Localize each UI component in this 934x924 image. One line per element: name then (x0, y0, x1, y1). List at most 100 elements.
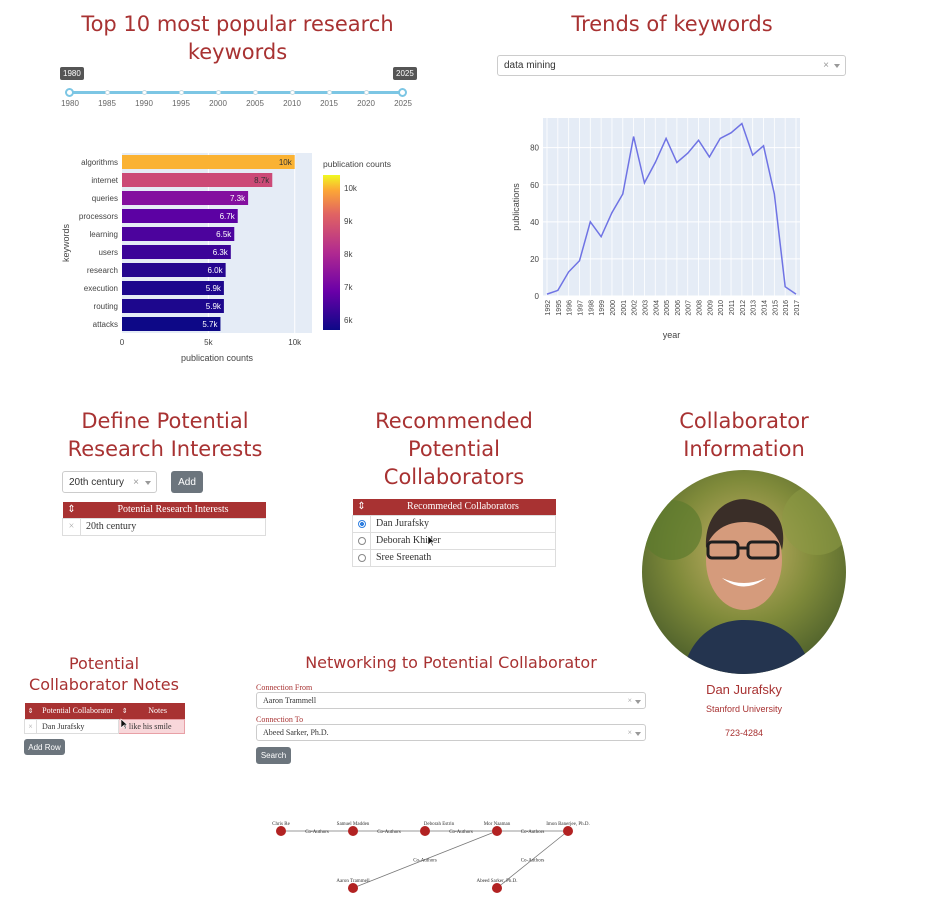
interests-table: ⇕ Potential Research Interests × 20th ce… (62, 502, 266, 536)
recommended-title: Recommended Potential Collaborators (345, 407, 563, 491)
category-tick-label: execution (84, 284, 118, 293)
clear-icon[interactable]: × (627, 728, 632, 737)
edge-label: Co-Authors (521, 859, 545, 864)
collaborator-photo (642, 470, 846, 674)
table-row[interactable]: Sree Sreenath (352, 548, 556, 567)
recommended-table-header[interactable]: Recommeded Collaborators (370, 499, 556, 515)
delete-row-icon[interactable]: × (62, 517, 81, 536)
collaborator-cell[interactable]: Sree Sreenath (370, 548, 556, 567)
radio-button[interactable] (357, 536, 366, 545)
collaborator-cell[interactable]: Dan Jurafsky (370, 514, 556, 533)
network-node[interactable] (563, 826, 573, 836)
bar[interactable] (122, 173, 273, 187)
edge-label: Co-Authors (449, 830, 473, 835)
network-node[interactable] (276, 826, 286, 836)
table-row[interactable]: Deborah Khider (352, 531, 556, 550)
recommended-title-line2: Potential (408, 437, 500, 461)
connection-to-dropdown[interactable]: Abeed Sarker, Ph.D. × (256, 724, 646, 741)
keyword-dropdown-value: data mining (504, 60, 556, 71)
network-node[interactable] (420, 826, 430, 836)
interest-dropdown[interactable]: 20th century × (62, 471, 157, 493)
bar[interactable] (122, 155, 295, 169)
mouse-cursor-icon (427, 535, 435, 547)
add-interest-button[interactable]: Add (171, 471, 203, 493)
radio-button-selected[interactable] (357, 519, 366, 528)
network-node[interactable] (348, 826, 358, 836)
bar-value-label: 10k (279, 158, 293, 167)
slider-max-handle[interactable] (398, 88, 407, 97)
network-graph: Co-Authors Co-Authors Co-Authors Co-Authors… (272, 822, 590, 893)
bar-value-label: 6.7k (220, 212, 236, 221)
radio-button[interactable] (357, 553, 366, 562)
slider-tick-mark[interactable] (141, 90, 147, 95)
slider-tick-mark[interactable] (104, 90, 110, 95)
slider-tick-mark[interactable] (215, 90, 221, 95)
chevron-down-icon[interactable] (145, 481, 151, 485)
x-tick-label: 2002 (632, 300, 639, 316)
delete-row-icon[interactable]: × (24, 718, 37, 734)
collaborator-name: Dan Jurafsky (706, 682, 782, 697)
interests-table-header[interactable]: Potential Research Interests (80, 502, 266, 518)
trends-line-chart: 0 20 40 60 80 1992 1995 1996 1997 1998 1999 2000 200… (511, 118, 801, 340)
chevron-down-icon[interactable] (635, 700, 641, 704)
category-tick-label: users (98, 248, 118, 257)
y-axis-label: keywords (61, 223, 71, 262)
x-tick-label: 2013 (751, 300, 758, 316)
x-tick-label: 2017 (794, 300, 801, 316)
x-tick-label: 2004 (653, 300, 660, 316)
x-tick-label: 0 (120, 338, 125, 347)
slider-tick-mark[interactable] (178, 90, 184, 95)
node-label: Deborah Estrin (424, 822, 455, 827)
edge-label: Co-Authors (521, 830, 545, 835)
x-tick-label: 2005 (664, 300, 671, 316)
x-tick-label: 1996 (567, 300, 574, 316)
interest-cell[interactable]: 20th century (80, 517, 266, 536)
slider-min-handle[interactable] (65, 88, 74, 97)
clear-icon[interactable]: × (823, 60, 829, 71)
connection-from-value: Aaron Trammell (263, 696, 317, 705)
notes-col-notes[interactable]: Notes (130, 703, 185, 719)
table-row[interactable]: Dan Jurafsky (352, 514, 556, 533)
notes-col-collaborator[interactable]: Potential Collaborator (36, 703, 119, 719)
x-tick-label: 2016 (783, 300, 790, 316)
collaborator-info-title-line2: Information (683, 437, 805, 461)
sort-icon[interactable]: ⇕ (62, 502, 81, 518)
slider-tick-mark[interactable] (289, 90, 295, 95)
node-label: Abeed Sarker, Ph.D. (476, 879, 517, 884)
keyword-dropdown[interactable]: data mining × (497, 55, 846, 76)
x-tick-label: 1992 (545, 300, 552, 316)
sort-icon[interactable]: ⇕ (24, 703, 37, 719)
network-node[interactable] (492, 826, 502, 836)
network-node[interactable] (492, 883, 502, 893)
note-text-cell[interactable]: I like his smile (118, 718, 185, 734)
add-row-button[interactable]: Add Row (24, 739, 65, 755)
category-tick-label: internet (91, 176, 118, 185)
trends-title: Trends of keywords (571, 12, 773, 36)
slider-tick-mark[interactable] (326, 90, 332, 95)
chevron-down-icon[interactable] (834, 64, 840, 68)
clear-icon[interactable]: × (627, 696, 632, 705)
search-button[interactable]: Search (256, 747, 291, 764)
category-tick-label: queries (92, 194, 118, 203)
interests-title: Define Potential Research Interests (55, 407, 275, 463)
sort-icon[interactable]: ⇕ (118, 703, 131, 719)
recommended-title-line1: Recommended (375, 409, 533, 433)
slider-tick-mark[interactable] (363, 90, 369, 95)
network-node[interactable] (348, 883, 358, 893)
table-row: × Dan Jurafsky I like his smile (24, 718, 185, 734)
top-keywords-title-line1: Top 10 most popular research (81, 12, 394, 36)
sort-icon[interactable]: ⇕ (352, 499, 371, 515)
x-tick-label: 5k (204, 338, 213, 347)
edge-label: Co-Authors (413, 859, 437, 864)
chevron-down-icon[interactable] (635, 732, 641, 736)
slider-tick-label: 2005 (246, 99, 264, 108)
slider-tick-mark[interactable] (252, 90, 258, 95)
note-collaborator-cell[interactable]: Dan Jurafsky (35, 718, 120, 734)
collaborator-cell[interactable]: Deborah Khider (370, 531, 556, 550)
connection-from-label: Connection From (256, 683, 313, 692)
clear-icon[interactable]: × (133, 477, 139, 488)
category-tick-label: processors (79, 212, 118, 221)
plot-area (543, 118, 800, 296)
connection-from-dropdown[interactable]: Aaron Trammell × (256, 692, 646, 709)
y-tick-label: 40 (530, 218, 539, 227)
